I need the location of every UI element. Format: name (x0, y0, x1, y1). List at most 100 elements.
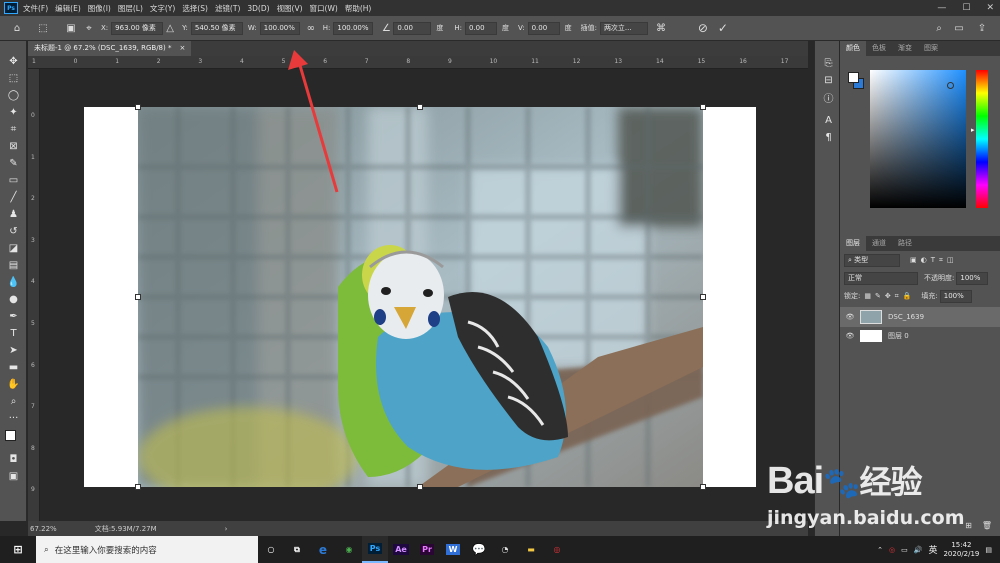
menu-filter[interactable]: 滤镜(T) (215, 3, 240, 14)
height-input[interactable]: 100.00% (333, 21, 374, 35)
document-tab[interactable]: 未标题-1 @ 67.2% (DSC_1639, RGB/8) * × (28, 41, 192, 56)
home-icon[interactable]: ⌂ (10, 21, 24, 35)
dodge-tool-icon[interactable]: ● (0, 291, 27, 308)
menu-3d[interactable]: 3D(D) (247, 4, 269, 13)
media-player-icon[interactable]: ◔ (492, 536, 518, 563)
maximize-button[interactable]: ☐ (962, 0, 970, 16)
windows-start-icon[interactable]: ⊞ (0, 536, 36, 563)
budgie-photo-layer[interactable] (138, 107, 703, 487)
netease-music-icon[interactable]: ◎ (544, 536, 570, 563)
transform-handle-bottom-right[interactable] (700, 484, 706, 490)
minimize-button[interactable]: — (937, 0, 946, 16)
horizontal-ruler[interactable]: 1 0 1 2 3 4 5 6 7 8 9 10 11 12 13 14 15 16 17 (28, 56, 808, 69)
layer-row[interactable]: 👁 DSC_1639 (840, 307, 1000, 327)
wechat-icon[interactable]: 💬 (466, 536, 492, 563)
tray-volume-icon[interactable]: 🔊 (914, 546, 923, 554)
y-input[interactable]: 540.50 像素 (190, 21, 243, 35)
transform-handle-middle-right[interactable] (700, 294, 706, 300)
frame-tool-icon[interactable]: ⊠ (0, 138, 27, 155)
marquee-tool-icon[interactable]: ⬚ (0, 70, 27, 87)
document-tab-close[interactable]: × (179, 41, 185, 56)
eraser-tool-icon[interactable]: ◪ (0, 240, 27, 257)
transform-handle-middle-left[interactable] (135, 294, 141, 300)
lock-icons[interactable]: ▦✎✥⌗🔒 (864, 292, 915, 301)
history-panel-icon[interactable]: ⎘ (815, 55, 842, 72)
transform-handle-top-center[interactable] (417, 104, 423, 110)
path-selection-tool-icon[interactable]: ➤ (0, 342, 27, 359)
vskew-input[interactable]: 0.00 (527, 21, 560, 35)
color-picker-field[interactable] (870, 70, 966, 208)
layer-row[interactable]: 👁 图层 0 (840, 327, 1000, 345)
move-tool-icon[interactable]: ✥ (0, 53, 27, 70)
menu-select[interactable]: 选择(S) (182, 3, 208, 14)
brush-tool-icon[interactable]: ╱ (0, 189, 27, 206)
vertical-ruler[interactable]: 0 1 2 3 4 5 6 7 8 9 (28, 69, 40, 521)
shape-tool-icon[interactable]: ▬ (0, 359, 27, 376)
input-method-indicator[interactable]: 英 (928, 543, 937, 556)
new-layer-icon[interactable]: ⊞ (965, 521, 972, 536)
transform-handle-top-right[interactable] (700, 104, 706, 110)
menu-type[interactable]: 文字(Y) (150, 3, 175, 14)
angle-input[interactable]: 0.00 (393, 21, 432, 35)
properties-panel-icon[interactable]: ⊟ (815, 72, 842, 89)
type-tool-icon[interactable]: T (0, 325, 27, 342)
width-input[interactable]: 100.00% (259, 21, 300, 35)
search-icon[interactable]: ⌕ (932, 21, 946, 35)
screen-mode-icon[interactable]: ▣ (0, 468, 27, 485)
fill-input[interactable]: 100% (939, 289, 972, 303)
eye-icon[interactable]: 👁 (840, 332, 860, 340)
tray-network-icon[interactable]: ▭ (901, 546, 908, 554)
cortana-icon[interactable]: ○ (258, 536, 284, 563)
quick-mask-icon[interactable]: ◘ (0, 451, 27, 468)
layer-filter-icons[interactable]: ▣◐T⌗◫ (910, 256, 958, 265)
cancel-transform-icon[interactable]: ⊘ (696, 21, 710, 35)
task-view-icon[interactable]: ⧉ (284, 536, 310, 563)
eyedropper-tool-icon[interactable]: ✎ (0, 155, 27, 172)
reference-point-icon[interactable]: ▣ (64, 21, 78, 35)
tab-patterns[interactable]: 图案 (918, 41, 944, 56)
history-brush-tool-icon[interactable]: ↺ (0, 223, 27, 240)
commit-transform-icon[interactable]: ✓ (716, 21, 730, 35)
edge-browser-icon[interactable]: e (310, 536, 336, 563)
tab-swatches[interactable]: 色板 (866, 41, 892, 56)
workspace-icon[interactable]: ▭ (952, 21, 966, 35)
360-browser-icon[interactable]: ◉ (336, 536, 362, 563)
file-explorer-icon[interactable]: ▬ (518, 536, 544, 563)
magic-wand-tool-icon[interactable]: ✦ (0, 104, 27, 121)
share-icon[interactable]: ⇪ (975, 21, 989, 35)
document-info[interactable]: 文档:5.93M/7.27M (95, 524, 157, 534)
blur-tool-icon[interactable]: 💧 (0, 274, 27, 291)
notification-icon[interactable]: ▤ (985, 546, 992, 554)
blend-mode-select[interactable]: 正常 (844, 271, 918, 285)
hskew-input[interactable]: 0.00 (465, 21, 497, 35)
taskbar-search[interactable]: ⌕ 在这里输入你要搜索的内容 (36, 536, 258, 563)
hue-slider-marker[interactable]: ▸ (971, 126, 975, 134)
crop-tool-icon[interactable]: ⌗ (0, 121, 27, 138)
x-input[interactable]: 963.00 像素 (111, 21, 164, 35)
photoshop-taskbar-icon[interactable]: Ps (362, 536, 388, 563)
clone-stamp-tool-icon[interactable]: ♟ (0, 206, 27, 223)
menu-layer[interactable]: 图层(L) (118, 3, 143, 14)
aftereffects-taskbar-icon[interactable]: Ae (388, 536, 414, 563)
lasso-tool-icon[interactable]: ◯ (0, 87, 27, 104)
transform-handle-bottom-center[interactable] (417, 484, 423, 490)
tab-channels[interactable]: 通道 (866, 236, 892, 251)
tab-color[interactable]: 颜色 (840, 41, 866, 56)
premiere-taskbar-icon[interactable]: Pr (414, 536, 440, 563)
tray-music-icon[interactable]: ◎ (889, 546, 895, 554)
layer-filter-select[interactable]: ⌕ 类型 (844, 253, 900, 267)
eye-icon[interactable]: 👁 (840, 313, 860, 321)
opacity-input[interactable]: 100% (956, 271, 989, 285)
warp-icon[interactable]: ⌘ (654, 21, 668, 35)
zoom-tool-icon[interactable]: ⌕ (0, 393, 27, 410)
menu-view[interactable]: 视图(V) (277, 3, 303, 14)
more-tools-icon[interactable]: ··· (0, 410, 27, 427)
info-panel-icon[interactable]: ⓘ (815, 89, 842, 106)
tab-paths[interactable]: 路径 (892, 236, 918, 251)
delta-toggle-icon[interactable]: ⌖ (82, 21, 96, 35)
clock[interactable]: 15:42 2020/2/19 (943, 541, 979, 559)
menu-edit[interactable]: 编辑(E) (55, 3, 81, 14)
hand-tool-icon[interactable]: ✋ (0, 376, 27, 393)
close-window-button[interactable]: ✕ (986, 0, 994, 16)
tray-up-arrow-icon[interactable]: ⌃ (877, 546, 883, 554)
